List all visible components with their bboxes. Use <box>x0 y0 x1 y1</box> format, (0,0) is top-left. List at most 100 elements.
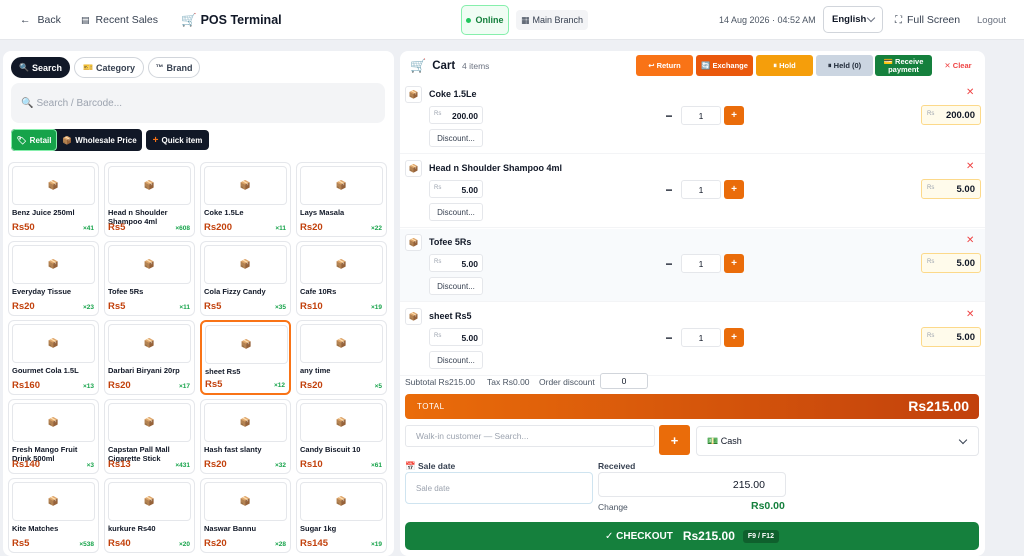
product-price: Rs13 <box>108 459 131 470</box>
product-card[interactable]: 📦 Sugar 1kg Rs145 ×19 <box>296 478 387 553</box>
cart-action-exchange-button[interactable]: 🔄 Exchange <box>696 55 753 76</box>
received-input[interactable]: 215.00 <box>598 472 786 497</box>
product-card[interactable]: 📦 Kite Matches Rs5 ×538 <box>8 478 99 553</box>
discount-button[interactable]: Discount... <box>429 277 483 295</box>
cart-action-return-button[interactable]: ↩ Return <box>636 55 693 76</box>
product-card[interactable]: 📦 Hash fast slanty Rs20 ×32 <box>200 399 291 474</box>
product-card[interactable]: 📦 Capstan Pall Mall Cigarette Stick Rs13 ×4… <box>104 399 195 474</box>
product-card[interactable]: 📦 any time Rs20 ×5 <box>296 320 387 395</box>
discount-button[interactable]: Discount... <box>429 203 483 221</box>
remove-item-icon[interactable]: ✕ <box>966 235 974 246</box>
discount-button[interactable]: Discount... <box>429 129 483 147</box>
back-button[interactable]: ← Back <box>20 0 61 40</box>
remove-item-icon[interactable]: ✕ <box>966 161 974 172</box>
cart-action-clear-button[interactable]: ✕ Clear <box>935 55 981 76</box>
product-card[interactable]: 📦 sheet Rs5 Rs5 ×12 <box>200 320 291 395</box>
box-icon: 📦 <box>47 496 60 506</box>
cart-item-name: Coke 1.5Le <box>429 89 477 99</box>
remove-item-icon[interactable]: ✕ <box>966 309 974 320</box>
product-card[interactable]: 📦 Fresh Mango Fruit Drink 500ml Rs140 ×3 <box>8 399 99 474</box>
logout-button[interactable]: Logout <box>977 0 1006 40</box>
filter-search[interactable]: 🔍 Search <box>11 57 70 78</box>
product-price: Rs20 <box>12 301 35 312</box>
product-price: Rs5 <box>205 379 223 390</box>
product-image: 📦 <box>300 482 383 521</box>
unit-price-input[interactable]: Rs 200.00 <box>429 106 483 124</box>
line-total-input[interactable]: Rs 5.00 <box>921 327 981 347</box>
product-image: 📦 <box>108 245 191 284</box>
received-label: Received <box>598 461 636 471</box>
cart-action-hold-button[interactable]: ⏸ Hold <box>756 55 813 76</box>
total-value: Rs215.00 <box>908 398 969 414</box>
product-card[interactable]: 📦 Head n Shoulder Shampoo 4ml Rs5 ×608 <box>104 162 195 237</box>
product-name: Sugar 1kg <box>300 524 337 533</box>
quick-item-button[interactable]: + Quick item <box>146 130 209 150</box>
line-total-input[interactable]: Rs 5.00 <box>921 179 981 199</box>
product-card[interactable]: 📦 Lays Masala Rs20 ×22 <box>296 162 387 237</box>
add-customer-button[interactable]: + <box>659 425 690 455</box>
cart-action-held-button[interactable]: ⏸ Held (0) <box>816 55 873 76</box>
product-card[interactable]: 📦 Darbari Biryani 20rp Rs20 ×17 <box>104 320 195 395</box>
filter-category[interactable]: 🎫 Category <box>74 57 144 78</box>
cart-item-name: Head n Shoulder Shampoo 4ml <box>429 163 563 173</box>
increase-qty-button[interactable]: + <box>724 180 744 199</box>
fullscreen-button[interactable]: ⛶ Full Screen <box>895 0 960 40</box>
product-image: 📦 <box>300 324 383 363</box>
decrease-qty-button[interactable]: − <box>659 180 679 199</box>
product-card[interactable]: 📦 Naswar Bannu Rs20 ×28 <box>200 478 291 553</box>
discount-button[interactable]: Discount... <box>429 351 483 369</box>
remove-item-icon[interactable]: ✕ <box>966 87 974 98</box>
order-discount-input[interactable]: 0 <box>600 373 648 389</box>
decrease-qty-button[interactable]: − <box>659 328 679 347</box>
increase-qty-button[interactable]: + <box>724 328 744 347</box>
payment-method-select[interactable]: 💵 Cash <box>696 426 979 456</box>
box-icon: 📦 <box>143 496 156 506</box>
product-card[interactable]: 📦 Cola Fizzy Candy Rs5 ×35 <box>200 241 291 316</box>
customer-search-input[interactable]: Walk-in customer — Search... <box>405 425 655 447</box>
cart-item: 📦 Head n Shoulder Shampoo 4ml ✕ Rs 5.00 −1 + Rs… <box>400 155 985 228</box>
line-total-input[interactable]: Rs 5.00 <box>921 253 981 273</box>
branch-badge[interactable]: ▦ Main Branch <box>516 10 588 30</box>
unit-price-input[interactable]: Rs 5.00 <box>429 328 483 346</box>
product-card[interactable]: 📦 Benz Juice 250ml Rs50 ×41 <box>8 162 99 237</box>
quantity-input[interactable]: 1 <box>681 328 721 347</box>
product-price: Rs145 <box>300 538 328 549</box>
product-card[interactable]: 📦 Tofee 5Rs Rs5 ×11 <box>104 241 195 316</box>
retail-price-button[interactable]: 🏷 Retail <box>11 129 57 151</box>
decrease-qty-button[interactable]: − <box>659 106 679 125</box>
product-card[interactable]: 📦 Gourmet Cola 1.5L Rs160 ×13 <box>8 320 99 395</box>
filter-brand[interactable]: ™ Brand <box>148 57 200 78</box>
increase-qty-button[interactable]: + <box>724 254 744 273</box>
product-card[interactable]: 📦 Everyday Tissue Rs20 ×23 <box>8 241 99 316</box>
status-dot-icon <box>466 17 472 23</box>
quantity-input[interactable]: 1 <box>681 106 721 125</box>
change-value: Rs0.00 <box>751 500 785 512</box>
product-card[interactable]: 📦 Candy Biscuit 10 Rs10 ×61 <box>296 399 387 474</box>
increase-qty-button[interactable]: + <box>724 106 744 125</box>
product-stock: ×28 <box>274 541 286 548</box>
product-card[interactable]: 📦 Coke 1.5Le Rs200 ×11 <box>200 162 291 237</box>
quantity-input[interactable]: 1 <box>681 254 721 273</box>
unit-price-input[interactable]: Rs 5.00 <box>429 254 483 272</box>
product-name: Tofee 5Rs <box>108 287 144 296</box>
product-stock: ×11 <box>179 304 190 311</box>
product-card[interactable]: 📦 Cafe 10Rs Rs10 ×19 <box>296 241 387 316</box>
product-name: Cola Fizzy Candy <box>204 287 266 296</box>
cart-item: 📦 sheet Rs5 ✕ Rs 5.00 −1 + Rs 5.00 Discount... <box>400 303 985 376</box>
search-input[interactable]: 🔍 Search / Barcode... <box>11 83 385 123</box>
decrease-qty-button[interactable]: − <box>659 254 679 273</box>
product-stock: ×17 <box>178 383 190 390</box>
product-image: 📦 <box>204 245 287 284</box>
checkout-button[interactable]: ✓ CHECKOUT Rs215.00 F9 / F12 <box>405 522 979 550</box>
quantity-input[interactable]: 1 <box>681 180 721 199</box>
wholesale-price-button[interactable]: 📦 Wholesale Price <box>57 129 142 151</box>
sale-date-input[interactable]: Sale date <box>405 472 593 504</box>
product-price: Rs20 <box>204 538 227 549</box>
product-card[interactable]: 📦 kurkure Rs40 Rs40 ×20 <box>104 478 195 553</box>
line-total-input[interactable]: Rs 200.00 <box>921 105 981 125</box>
product-name: Everyday Tissue <box>12 287 72 296</box>
recent-sales-button[interactable]: ▤ Recent Sales <box>81 0 158 40</box>
language-select[interactable]: English <box>823 6 883 33</box>
cart-action-receive-payment-button[interactable]: 💳 Receive payment <box>875 55 932 76</box>
unit-price-input[interactable]: Rs 5.00 <box>429 180 483 198</box>
